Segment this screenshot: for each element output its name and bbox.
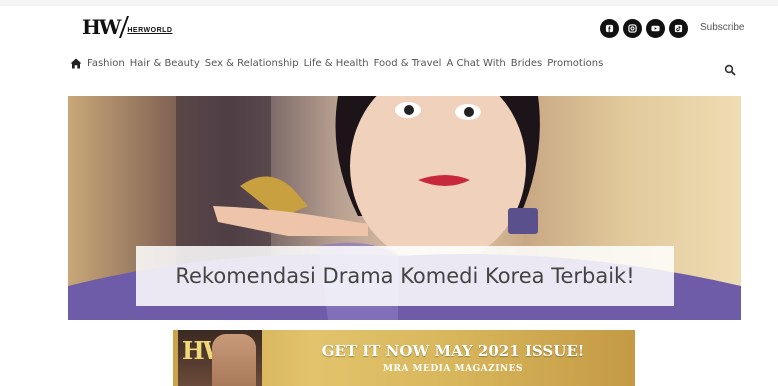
hero-title[interactable]: Rekomendasi Drama Komedi Korea Terbaik! [175, 264, 634, 288]
facebook-icon[interactable] [600, 19, 619, 38]
banner-headline: GET IT NOW MAY 2021 ISSUE! [321, 342, 585, 360]
nav-item-promotions[interactable]: Promotions [547, 58, 603, 69]
nav-item-food-travel[interactable]: Food & Travel [374, 58, 442, 69]
magazine-banner-ad[interactable]: HW GET IT NOW MAY 2021 ISSUE! MRA MEDIA … [173, 330, 635, 386]
social-links [600, 19, 688, 38]
logo-wordmark: HERWORLD [127, 26, 173, 34]
nav-item-fashion[interactable]: Fashion [87, 58, 125, 69]
search-icon[interactable] [724, 61, 736, 76]
nav-item-brides[interactable]: Brides [511, 58, 542, 69]
top-border [0, 0, 778, 6]
main-nav: Fashion Hair & Beauty Sex & Relationship… [70, 58, 608, 69]
subscribe-link[interactable]: Subscribe [700, 22, 744, 33]
nav-item-a-chat-with[interactable]: A Chat With [446, 58, 505, 69]
banner-subline: MRA MEDIA MAGAZINES [383, 364, 523, 374]
nav-item-hair-beauty[interactable]: Hair & Beauty [130, 58, 200, 69]
logo-mark: HW [82, 15, 121, 39]
site-logo[interactable]: HW HERWORLD [82, 14, 172, 40]
youtube-icon[interactable] [646, 19, 665, 38]
instagram-icon[interactable] [623, 19, 642, 38]
tiktok-icon[interactable] [669, 19, 688, 38]
magazine-cover: HW [178, 330, 262, 386]
home-icon[interactable] [70, 58, 82, 69]
hero-caption[interactable]: Rekomendasi Drama Komedi Korea Terbaik! [136, 246, 674, 306]
nav-item-life-health[interactable]: Life & Health [304, 58, 369, 69]
nav-item-sex-relationship[interactable]: Sex & Relationship [205, 58, 299, 69]
cover-model-image [212, 334, 256, 386]
